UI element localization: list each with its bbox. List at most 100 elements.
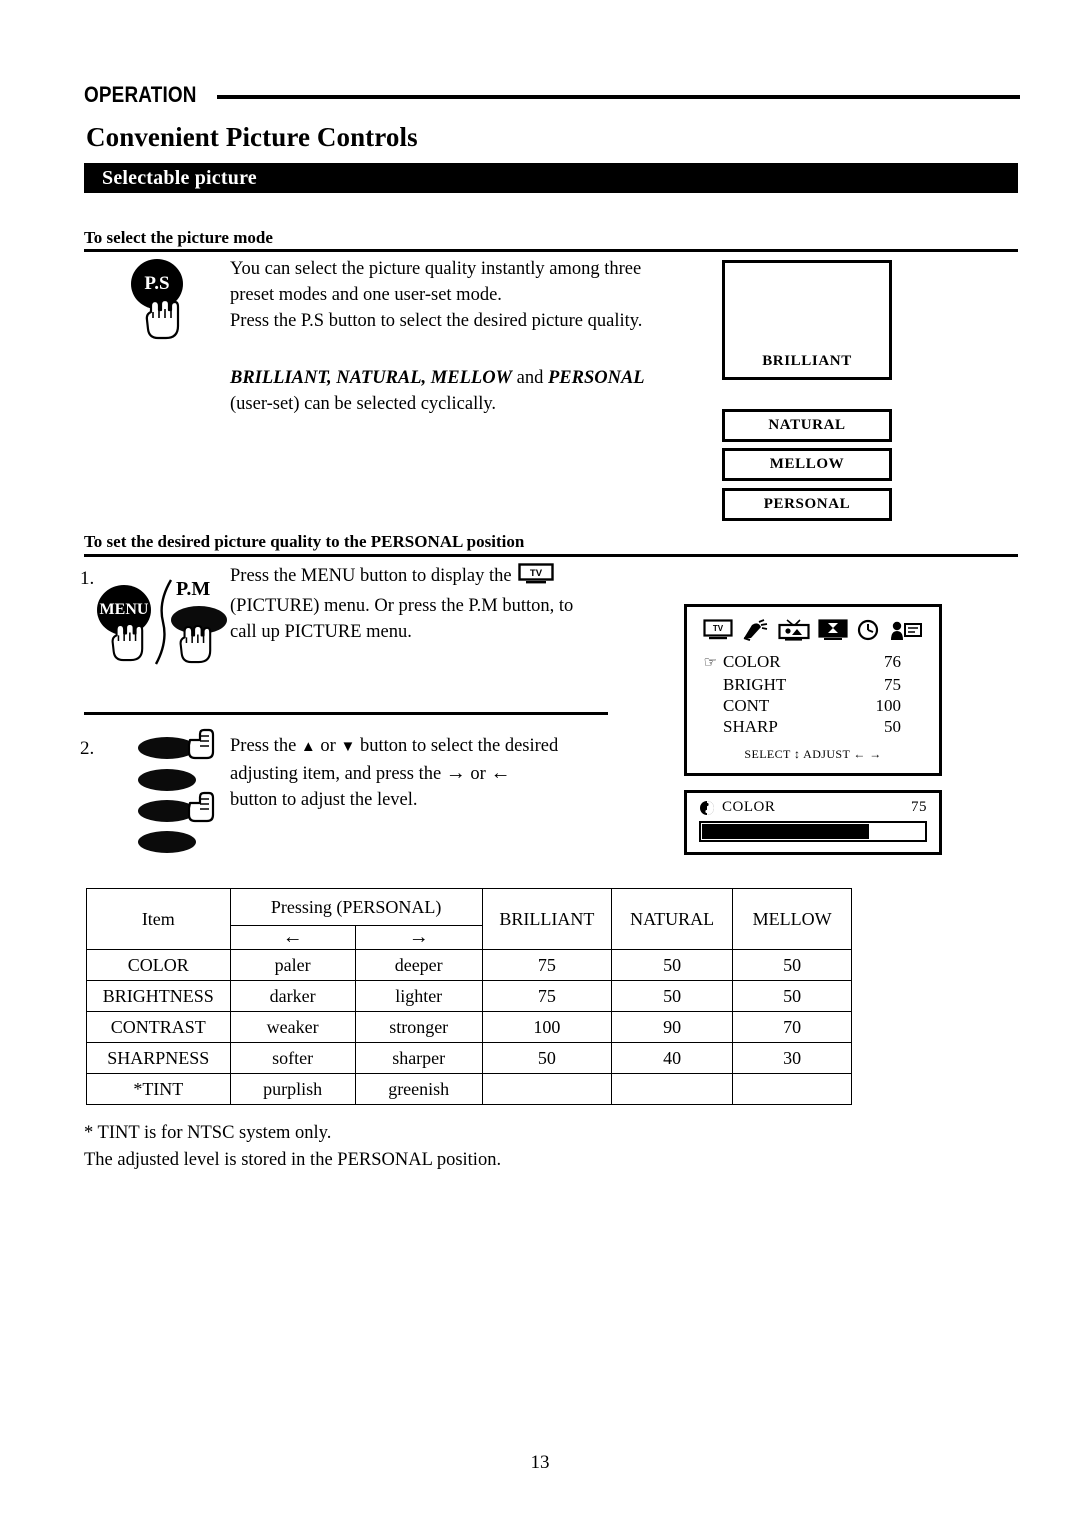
cell-brilliant	[481, 1073, 613, 1105]
tv-icon[interactable]: TV	[703, 619, 733, 641]
left-button[interactable]	[138, 769, 196, 791]
cell-left: darker	[229, 980, 356, 1012]
osd-adjust-arrows: ← →	[853, 747, 882, 761]
mode-screen-natural: NATURAL	[722, 409, 892, 442]
pressing-hand-icon	[111, 622, 144, 662]
hourglass-tv-icon[interactable]	[818, 619, 848, 641]
cell-right: greenish	[354, 1073, 483, 1105]
table-head: Item Pressing (PERSONAL) BRILLIANT NATUR…	[86, 888, 852, 950]
osd-item-label: BRIGHT	[723, 675, 787, 694]
cell-natural: 50	[611, 980, 734, 1012]
operation-header: OPERATION	[84, 82, 1020, 108]
osd-select-label: SELECT	[744, 747, 791, 761]
step2-line2-a: adjusting item, and press the	[230, 764, 442, 784]
osd-row-sharp[interactable]: SHARP 50	[687, 716, 939, 737]
osd-item-value: 76	[884, 652, 901, 671]
paragraph-line: You can select the picture quality insta…	[230, 259, 642, 279]
step-2-number: 2.	[80, 738, 95, 759]
osd-item-label: CONT	[723, 696, 770, 715]
page-title: Convenient Picture Controls	[86, 122, 418, 152]
cursor-icon: ☞	[703, 655, 717, 671]
footnote-line: * TINT is for NTSC system only.	[84, 1123, 332, 1143]
cell-right: stronger	[354, 1011, 483, 1043]
osd-row-cont[interactable]: CONT 100	[687, 695, 939, 716]
header-item: Item	[86, 888, 231, 950]
cell-mellow: 70	[732, 1011, 852, 1043]
cell-item: BRIGHTNESS	[86, 980, 231, 1012]
satellite-dish-icon[interactable]	[741, 619, 769, 641]
paragraph-line: Press the MENU button to display the TV	[230, 563, 650, 593]
down-arrow-glyph: ▼	[340, 739, 356, 755]
header-rule	[216, 94, 1020, 99]
step2-line1-a: Press the	[230, 736, 297, 756]
cell-mellow: 50	[732, 980, 852, 1012]
step-1-number: 1.	[80, 568, 95, 589]
header-left-arrow: ←	[229, 925, 356, 950]
pressing-hand-icon	[145, 298, 180, 340]
person-caption-icon[interactable]	[889, 619, 923, 641]
menu-button-label: MENU	[99, 601, 149, 618]
cell-item: *TINT	[86, 1073, 231, 1105]
cell-natural: 90	[611, 1011, 734, 1043]
osd-picture-menu: TV ☞ COLOR 76 BRIGHT 75 CONT 100 SHARP 5…	[684, 604, 942, 776]
osd-row-color[interactable]: ☞ COLOR 76	[687, 651, 939, 674]
paragraph-line: button to adjust the level.	[230, 790, 418, 810]
cell-natural: 50	[611, 949, 734, 981]
pm-button-label: P.M	[176, 578, 211, 600]
paragraph-line: Press the ▲ or ▼ button to select the de…	[230, 733, 630, 760]
mode-label: MELLOW	[769, 456, 845, 472]
section-rule-1	[84, 249, 1018, 252]
cell-right: lighter	[354, 980, 483, 1012]
pressing-hand-side-icon	[187, 791, 215, 823]
right-arrow-glyph: →	[445, 762, 466, 784]
footnote-line: The adjusted level is stored in the PERS…	[84, 1150, 502, 1170]
table-row: CONTRAST weaker stronger 100 90 70	[86, 1011, 852, 1043]
cell-right: sharper	[354, 1042, 483, 1074]
paragraph-line: call up PICTURE menu.	[230, 622, 412, 642]
color-circle-icon	[700, 800, 714, 815]
osd-bar-label: COLOR	[722, 799, 776, 815]
pressing-hand-icon	[179, 624, 212, 664]
osd-footer-hints: SELECT ↕ ADJUST ← →	[687, 747, 939, 762]
document-page: OPERATION Convenient Picture Controls Se…	[0, 0, 1080, 1527]
osd-item-value: 50	[884, 717, 901, 736]
osd-item-label: COLOR	[723, 652, 781, 671]
paragraph-line: (PICTURE) menu. Or press the P.M button,…	[230, 596, 574, 616]
step1-line1-text: Press the MENU button to display the	[230, 566, 512, 586]
picture-tv-icon[interactable]	[778, 619, 810, 641]
osd-item-list: ☞ COLOR 76 BRIGHT 75 CONT 100 SHARP 50	[687, 645, 939, 737]
table-row: BRIGHTNESS darker lighter 75 50 50	[86, 980, 852, 1012]
osd-bar-track[interactable]	[699, 821, 927, 842]
tv-icon: TV	[518, 563, 554, 593]
emphasis-conjunction: and	[512, 368, 548, 388]
ps-button-label: P.S	[144, 273, 170, 294]
step-1-text: Press the MENU button to display the TV …	[230, 563, 650, 645]
section-heading-select-mode: To select the picture mode	[84, 228, 273, 247]
mode-label: BRILLIANT	[762, 353, 852, 369]
clock-icon[interactable]	[857, 619, 881, 641]
table-row: *TINT purplish greenish	[86, 1073, 852, 1105]
table-row: COLOR paler deeper 75 50 50	[86, 949, 852, 981]
table-row: SHARPNESS softer sharper 50 40 30	[86, 1042, 852, 1074]
step2-line1-b: button to select the desired	[359, 736, 559, 756]
cell-brilliant: 75	[481, 980, 613, 1012]
select-mode-paragraph-1: You can select the picture quality insta…	[230, 256, 700, 334]
svg-text:TV: TV	[713, 624, 724, 633]
cell-left: weaker	[229, 1011, 356, 1043]
right-button[interactable]	[138, 831, 196, 853]
cell-brilliant: 100	[481, 1011, 613, 1043]
osd-row-bright[interactable]: BRIGHT 75	[687, 674, 939, 695]
mode-label: PERSONAL	[763, 496, 851, 512]
cell-natural	[611, 1073, 734, 1105]
step2-or-2: or	[470, 764, 486, 784]
section-rule-2	[84, 554, 1018, 557]
up-arrow-glyph: ▲	[300, 739, 316, 755]
step-2-text: Press the ▲ or ▼ button to select the de…	[230, 733, 630, 813]
cell-natural: 40	[611, 1042, 734, 1074]
step2-or-1: or	[320, 736, 336, 756]
header-natural: NATURAL	[611, 888, 734, 950]
osd-bar-value: 75	[911, 799, 927, 815]
header-mellow: MELLOW	[732, 888, 852, 950]
cell-brilliant: 75	[481, 949, 613, 981]
cell-mellow: 30	[732, 1042, 852, 1074]
